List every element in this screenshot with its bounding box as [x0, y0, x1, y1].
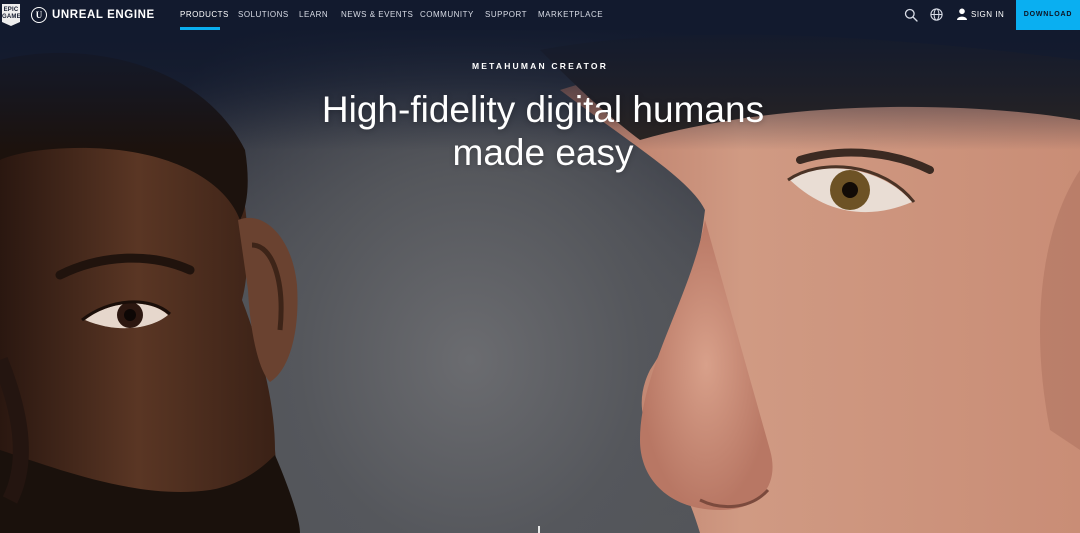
nav-item-marketplace[interactable]: MARKETPLACE	[538, 0, 603, 30]
top-navigation-bar: EPIC GAMES U UNREAL ENGINE PRODUCTS SOLUT…	[0, 0, 1080, 30]
brand-name[interactable]: UNREAL ENGINE	[52, 9, 155, 21]
hero-headline-line-1: High-fidelity digital humans	[321, 89, 765, 130]
nav-item-products[interactable]: PRODUCTS	[180, 0, 229, 30]
page: EPIC GAMES U UNREAL ENGINE PRODUCTS SOLUT…	[0, 0, 1080, 533]
hero-section: METAHUMAN CREATOR High-fidelity digital …	[0, 30, 1080, 533]
nav-item-support[interactable]: SUPPORT	[485, 0, 527, 30]
scroll-indicator	[538, 526, 540, 533]
active-nav-indicator	[180, 27, 220, 30]
hero-headline: High-fidelity digital humans made easy	[240, 88, 846, 174]
search-icon[interactable]	[904, 8, 918, 22]
nav-item-solutions[interactable]: SOLUTIONS	[238, 0, 289, 30]
nav-item-news-events[interactable]: NEWS & EVENTS	[341, 0, 413, 30]
globe-icon[interactable]	[930, 8, 943, 21]
nav-item-community[interactable]: COMMUNITY	[420, 0, 474, 30]
unreal-engine-logo-icon[interactable]: U	[31, 7, 47, 23]
hero-headline-line-2: made easy	[452, 132, 634, 173]
download-button[interactable]: DOWNLOAD	[1016, 0, 1080, 30]
nav-item-learn[interactable]: LEARN	[299, 0, 328, 30]
user-icon[interactable]	[957, 8, 967, 20]
hero-eyebrow: METAHUMAN CREATOR	[471, 61, 609, 71]
epic-games-logo[interactable]: EPIC GAMES	[2, 4, 20, 26]
sign-in-link[interactable]: SIGN IN	[971, 0, 1004, 30]
